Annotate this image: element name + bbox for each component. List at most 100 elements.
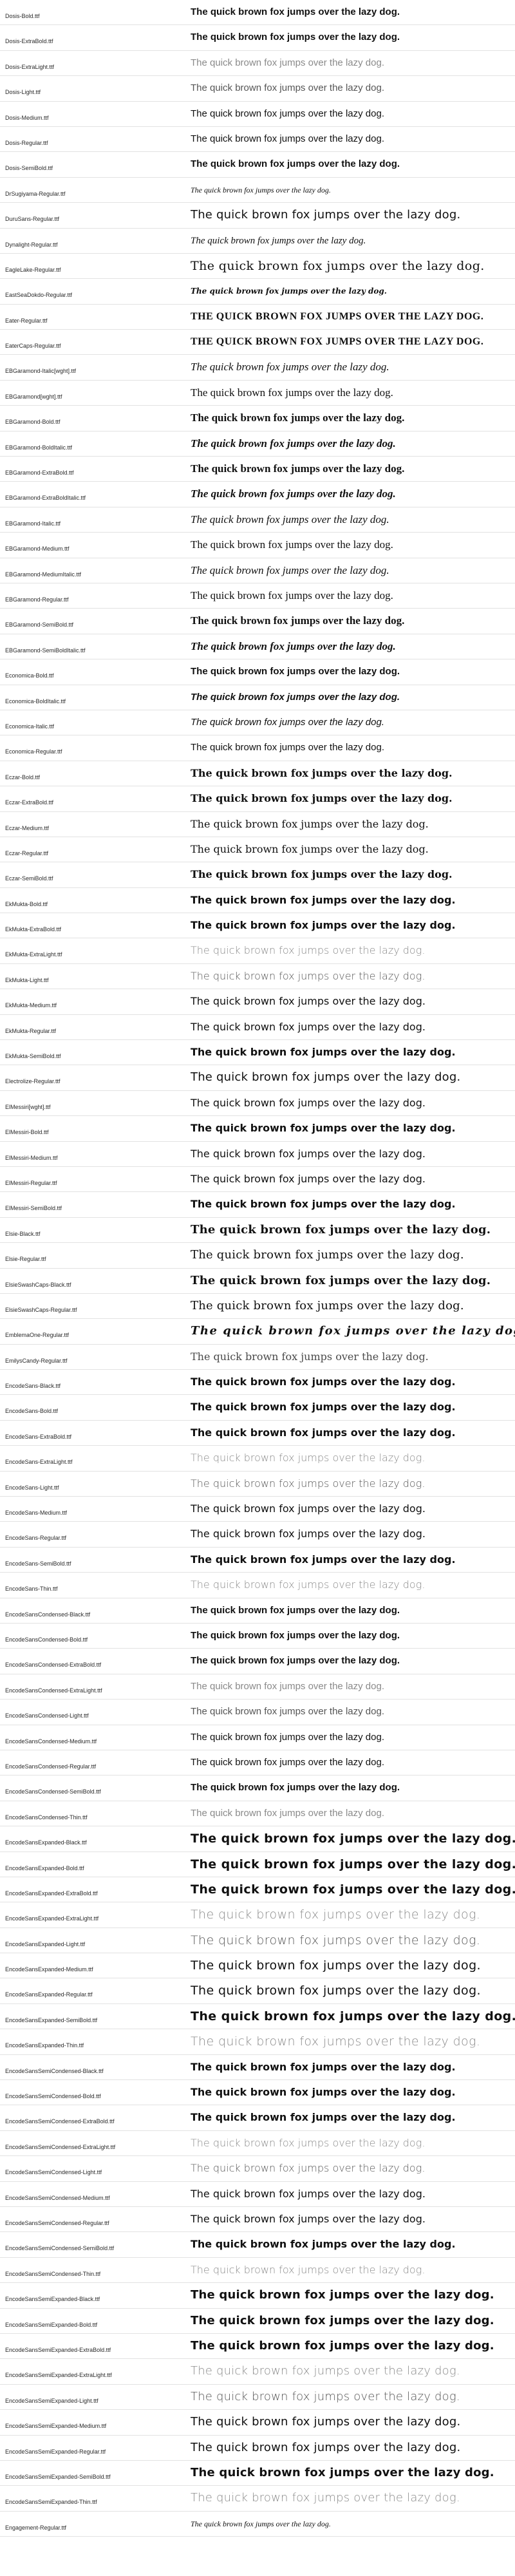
font-row: EncodeSans-Black.ttf The quick brown fox …: [0, 1370, 515, 1396]
font-row: EBGaramond-ExtraBoldItalic.ttf The quick …: [0, 482, 515, 507]
font-file-name: ElsieSwashCaps-Regular.ttf: [5, 1306, 77, 1313]
font-sample-text: The quick brown fox jumps over the lazy …: [191, 2009, 515, 2023]
font-sample-text: The quick brown fox jumps over the lazy …: [191, 1630, 400, 1641]
font-file-name: EncodeSans-ExtraLight.ttf: [5, 1459, 73, 1466]
font-file-name: EncodeSansExpanded-Regular.ttf: [5, 1991, 93, 1998]
font-file-name: EncodeSans-Regular.ttf: [5, 1535, 67, 1542]
font-row: ElMessiri-Medium.ttf The quick brown fox …: [0, 1142, 515, 1167]
font-sample-text: The quick brown fox jumps over the lazy …: [191, 1756, 384, 1768]
font-file-name: Eczar-SemiBold.ttf: [5, 875, 53, 882]
font-sample-text: The quick brown fox jumps over the lazy …: [191, 1452, 426, 1464]
font-file-name: Dosis-Light.ttf: [5, 89, 41, 96]
font-sample-text: The quick brown fox jumps over the lazy …: [191, 158, 400, 170]
font-sample-text: The quick brown fox jumps over the lazy …: [191, 2086, 456, 2099]
font-file-name: EBGaramond-Italic[wght].ttf: [5, 368, 77, 375]
font-sample-text: The quick brown fox jumps over the lazy …: [191, 1807, 384, 1819]
font-row: ElMessiri-Bold.ttf The quick brown fox ju…: [0, 1116, 515, 1142]
font-file-name: EmilysCandy-Regular.ttf: [5, 1357, 68, 1364]
font-file-name: EncodeSansExpanded-Black.ttf: [5, 1839, 87, 1846]
font-row: DuruSans-Regular.ttf The quick brown fox …: [0, 203, 515, 229]
font-sample-text: The quick brown fox jumps over the lazy …: [191, 2060, 456, 2073]
font-row: Economica-Bold.ttf The quick brown fox ju…: [0, 659, 515, 685]
font-sample-text: The quick brown fox jumps over the lazy …: [191, 2390, 460, 2403]
font-row: EncodeSans-Bold.ttf The quick brown fox j…: [0, 1395, 515, 1421]
font-row: EkMukta-Bold.ttf The quick brown fox jump…: [0, 888, 515, 914]
font-sample-text: The quick brown fox jumps over the lazy …: [191, 817, 429, 830]
font-file-name: EncodeSansSemiCondensed-Black.ttf: [5, 2067, 104, 2074]
font-row: EncodeSansExpanded-Light.ttf The quick br…: [0, 1928, 515, 1954]
font-row: Economica-Regular.ttf The quick brown fox…: [0, 735, 515, 761]
font-file-name: EncodeSans-SemiBold.ttf: [5, 1560, 71, 1567]
font-row: EncodeSansSemiCondensed-Black.ttf The qui…: [0, 2055, 515, 2081]
font-file-name: EncodeSansCondensed-Light.ttf: [5, 1712, 89, 1719]
font-sample-text: The quick brown fox jumps over the lazy …: [191, 462, 405, 475]
font-sample-text: The quick brown fox jumps over the lazy …: [191, 691, 400, 703]
font-row: EncodeSansSemiCondensed-ExtraBold.ttf The…: [0, 2105, 515, 2131]
font-file-name: Dynalight-Regular.ttf: [5, 241, 58, 248]
font-sample-text: The quick brown fox jumps over the lazy …: [191, 488, 396, 500]
font-sample-text: The quick brown fox jumps over the lazy …: [191, 2492, 460, 2505]
font-row: EBGaramond-SemiBoldItalic.ttf The quick b…: [0, 634, 515, 660]
font-file-name: EncodeSansCondensed-ExtraBold.ttf: [5, 1662, 102, 1669]
font-sample-list: Dosis-Bold.ttf The quick brown fox jumps …: [0, 0, 515, 2537]
font-row: EncodeSansCondensed-Medium.ttf The quick …: [0, 1725, 515, 1750]
font-file-name: EncodeSansSemiExpanded-SemiBold.ttf: [5, 2473, 111, 2480]
font-row: EncodeSansSemiExpanded-Medium.ttf The qui…: [0, 2410, 515, 2436]
font-row: EncodeSansExpanded-ExtraBold.ttf The quic…: [0, 1877, 515, 1903]
font-sample-text: The quick brown fox jumps over the lazy …: [191, 1680, 384, 1692]
font-sample-text: The quick brown fox jumps over the lazy …: [191, 842, 429, 855]
font-row: Eczar-Regular.ttf The quick brown fox jum…: [0, 837, 515, 863]
font-sample-text: The quick brown fox jumps over the lazy …: [191, 1274, 491, 1287]
font-sample-text: The quick brown fox jumps over the lazy …: [191, 1477, 426, 1490]
font-file-name: EncodeSansSemiExpanded-Thin.ttf: [5, 2499, 97, 2506]
font-file-name: Eczar-Bold.ttf: [5, 773, 41, 781]
font-file-name: Dosis-Bold.ttf: [5, 13, 40, 19]
font-file-name: EncodeSansSemiCondensed-Bold.ttf: [5, 2093, 101, 2100]
font-file-name: Elsie-Black.ttf: [5, 1230, 41, 1237]
font-sample-text: The quick brown fox jumps over the lazy …: [191, 287, 387, 296]
font-file-name: Electrolize-Regular.ttf: [5, 1078, 61, 1085]
font-row: EncodeSansExpanded-Medium.ttf The quick b…: [0, 1953, 515, 1979]
font-sample-text: The quick brown fox jumps over the lazy …: [191, 336, 484, 348]
font-sample-text: The quick brown fox jumps over the lazy …: [191, 2289, 494, 2302]
font-row: EncodeSans-Light.ttf The quick brown fox …: [0, 1472, 515, 1497]
font-file-name: ElMessiri-Medium.ttf: [5, 1154, 58, 1161]
font-sample-text: The quick brown fox jumps over the lazy …: [191, 2238, 456, 2251]
font-row: EncodeSansSemiExpanded-SemiBold.ttf The q…: [0, 2461, 515, 2486]
font-sample-text: The quick brown fox jumps over the lazy …: [191, 639, 396, 652]
font-row: ElMessiri-Regular.ttf The quick brown fox…: [0, 1167, 515, 1193]
font-file-name: ElMessiri-Bold.ttf: [5, 1129, 49, 1136]
font-sample-text: The quick brown fox jumps over the lazy …: [191, 2339, 494, 2353]
font-sample-text: The quick brown fox jumps over the lazy …: [191, 538, 393, 551]
font-row: EncodeSansExpanded-SemiBold.ttf The quick…: [0, 2004, 515, 2030]
font-sample-text: The quick brown fox jumps over the lazy …: [191, 6, 400, 17]
font-file-name: DrSugiyama-Regular.ttf: [5, 190, 66, 197]
font-sample-text: The quick brown fox jumps over the lazy …: [191, 1832, 515, 1846]
font-sample-text: The quick brown fox jumps over the lazy …: [191, 2365, 460, 2378]
font-file-name: Dosis-ExtraLight.ttf: [5, 63, 55, 70]
font-sample-text: The quick brown fox jumps over the lazy …: [191, 1528, 426, 1540]
font-row: EncodeSans-ExtraBold.ttf The quick brown …: [0, 1421, 515, 1446]
font-row: EBGaramond-Bold.ttf The quick brown fox j…: [0, 406, 515, 431]
font-row: EncodeSansSemiCondensed-Regular.ttf The q…: [0, 2207, 515, 2233]
font-sample-text: The quick brown fox jumps over the lazy …: [191, 564, 389, 576]
font-sample-text: The quick brown fox jumps over the lazy …: [191, 1172, 426, 1185]
font-file-name: Eczar-ExtraBold.ttf: [5, 799, 54, 806]
font-row: EncodeSansSemiExpanded-Regular.ttf The qu…: [0, 2436, 515, 2461]
font-row: EncodeSansCondensed-SemiBold.ttf The quic…: [0, 1776, 515, 1801]
font-row: EncodeSans-Regular.ttf The quick brown fo…: [0, 1522, 515, 1548]
font-sample-text: The quick brown fox jumps over the lazy …: [191, 1782, 400, 1794]
font-file-name: EncodeSans-Bold.ttf: [5, 1408, 59, 1415]
font-row: EmilysCandy-Regular.ttf The quick brown f…: [0, 1345, 515, 1370]
font-file-name: EBGaramond-SemiBold.ttf: [5, 621, 74, 629]
font-file-name: ElsieSwashCaps-Black.ttf: [5, 1281, 71, 1288]
font-file-name: EBGaramond-Italic.ttf: [5, 520, 61, 527]
font-file-name: EncodeSansExpanded-Thin.ttf: [5, 2042, 84, 2049]
font-row: Dosis-SemiBold.ttf The quick brown fox ju…: [0, 152, 515, 178]
font-sample-text: The quick brown fox jumps over the lazy …: [191, 1933, 481, 1947]
font-sample-text: The quick brown fox jumps over the lazy …: [191, 108, 384, 119]
font-file-name: EncodeSansSemiCondensed-Medium.ttf: [5, 2194, 110, 2201]
font-file-name: Economica-Bold.ttf: [5, 672, 54, 679]
font-file-name: DuruSans-Regular.ttf: [5, 216, 60, 223]
font-sample-text: The quick brown fox jumps over the lazy …: [191, 2314, 494, 2327]
